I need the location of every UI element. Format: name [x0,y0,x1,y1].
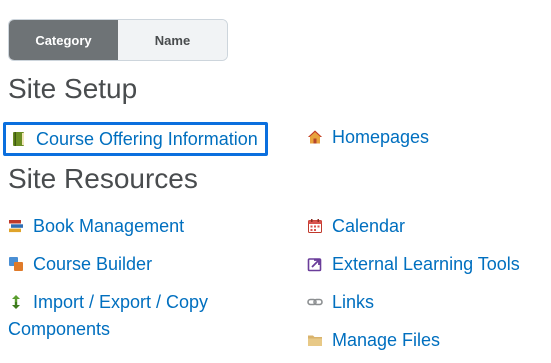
book-management-label: Book Management [33,216,185,236]
links-label: Links [332,292,375,312]
manage-files-label: Manage Files [332,330,441,350]
external-learning-tools-label: External Learning Tools [332,254,520,274]
home-icon [307,129,323,145]
calendar-link[interactable]: Calendar [307,213,405,240]
course-offering-information-label: Course Offering Information [36,129,258,149]
external-learning-tools-link[interactable]: External Learning Tools [307,251,520,278]
course-builder-icon [8,256,24,272]
links-link[interactable]: Links [307,289,374,316]
calendar-label: Calendar [332,216,406,236]
calendar-icon [307,218,323,234]
site-setup-heading: Site Setup [8,73,138,104]
manage-files-link[interactable]: Manage Files [307,327,440,354]
link-icon [307,294,323,310]
site-resources-heading: Site Resources [8,163,198,194]
books-stack-icon [8,218,24,234]
category-toggle-button[interactable]: Category [9,20,118,60]
book-management-link[interactable]: Book Management [8,213,184,240]
view-toggle: Category Name [8,19,228,61]
name-toggle-button[interactable]: Name [118,20,227,60]
course-builder-link[interactable]: Course Builder [8,251,152,278]
course-offering-information-link[interactable]: Course Offering Information [3,122,268,156]
course-builder-label: Course Builder [33,254,153,274]
import-export-copy-components-link[interactable]: Import / Export / Copy Components [8,289,268,343]
folder-icon [307,332,323,348]
homepages-link[interactable]: Homepages [307,124,429,151]
external-tool-icon [307,256,323,272]
book-icon [11,131,27,147]
homepages-label: Homepages [332,127,430,147]
import-export-icon [8,294,24,310]
import-export-copy-components-label: Import / Export / Copy Components [8,292,209,339]
